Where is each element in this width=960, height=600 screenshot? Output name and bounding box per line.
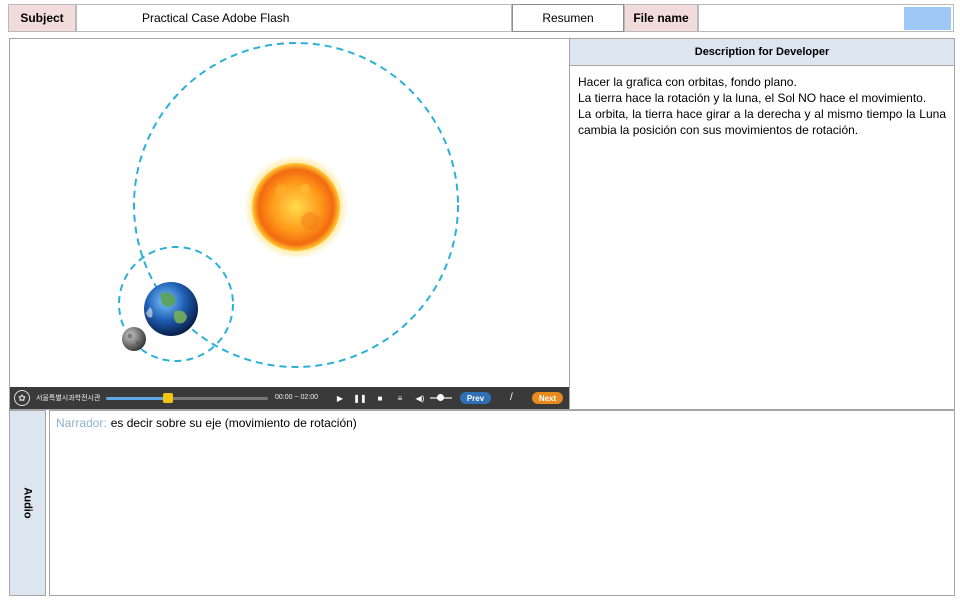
- description-body: Hacer la grafica con orbitas, fondo plan…: [570, 66, 954, 138]
- narration-text: es decir sobre su eje (movimiento de rot…: [110, 416, 357, 430]
- sun: [244, 155, 348, 259]
- logo-icon: ✿: [14, 390, 30, 406]
- earth: [144, 282, 198, 336]
- page-separator: /: [510, 392, 513, 403]
- volume-icon[interactable]: ◀): [414, 392, 426, 404]
- next-button[interactable]: Next: [532, 392, 563, 404]
- pause-icon[interactable]: ❚❚: [353, 392, 366, 404]
- filename-swatch: [904, 7, 951, 30]
- filename-label: File name: [624, 4, 698, 32]
- narrator-label: Narrador:: [56, 416, 107, 430]
- solar-system-scene: [118, 42, 459, 368]
- time-display: 00:00 ~ 02:00: [275, 394, 319, 401]
- animation-stage: ✿ 서울특별시과학전시관 00:00 ~ 02:00 ▶ ❚❚ ■ ≡ ◀) P…: [9, 38, 570, 410]
- play-icon[interactable]: ▶: [334, 392, 346, 404]
- subject-label: Subject: [8, 4, 76, 32]
- summary-button[interactable]: Resumen: [512, 4, 624, 32]
- description-title: Description for Developer: [570, 39, 954, 66]
- player-org-text: 서울특별시과학전시관: [36, 395, 101, 402]
- description-line: Hacer la grafica con orbitas, fondo plan…: [578, 75, 797, 89]
- audio-script: Narrador: es decir sobre su eje (movimien…: [49, 410, 955, 596]
- stop-icon[interactable]: ■: [374, 392, 386, 404]
- progress-fill: [106, 397, 168, 400]
- audio-tab-label: Audio: [21, 487, 34, 519]
- menu-icon[interactable]: ≡: [394, 392, 406, 404]
- description-line: La tierra hace la rotación y la luna, el…: [578, 91, 927, 105]
- progress-knob[interactable]: [162, 393, 173, 403]
- description-line: La orbita, la tierra hace girar a la der…: [578, 107, 946, 137]
- player-bar: ✿ 서울특별시과학전시관 00:00 ~ 02:00 ▶ ❚❚ ■ ≡ ◀) P…: [10, 387, 569, 409]
- prev-button[interactable]: Prev: [460, 392, 491, 404]
- volume-knob[interactable]: [437, 394, 444, 401]
- subject-value: Practical Case Adobe Flash: [76, 4, 512, 32]
- progress-track[interactable]: [106, 393, 268, 403]
- moon: [122, 327, 146, 351]
- description-panel: Description for Developer Hacer la grafi…: [570, 38, 955, 410]
- audio-tab: Audio: [9, 410, 46, 596]
